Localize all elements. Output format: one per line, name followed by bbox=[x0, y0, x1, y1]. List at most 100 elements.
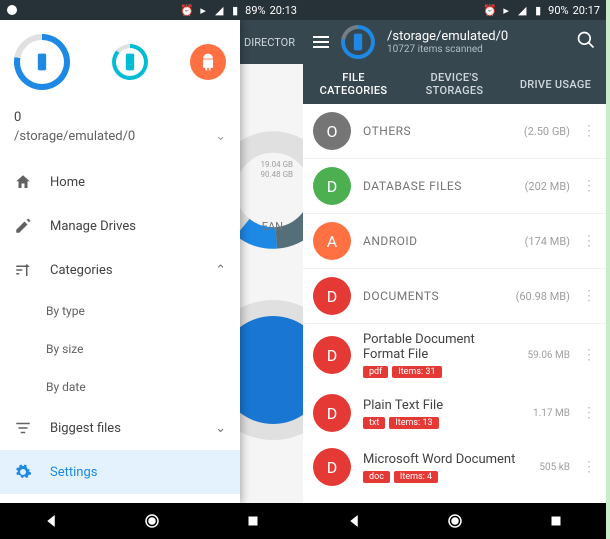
android-navbar bbox=[0, 503, 303, 539]
recent-button[interactable] bbox=[547, 512, 565, 530]
count-chip: Items: 31 bbox=[392, 366, 441, 378]
item-size: (202 MB) bbox=[525, 180, 570, 193]
list-item[interactable]: O OTHERS (2.50 GB) ⋮ bbox=[303, 104, 606, 159]
signal-icon: ◢ bbox=[213, 4, 225, 16]
back-button[interactable] bbox=[42, 512, 60, 530]
search-icon[interactable] bbox=[576, 30, 596, 54]
menu-by-date[interactable]: By date bbox=[0, 368, 240, 406]
list-item[interactable]: DPortable Document Format FilepdfItems: … bbox=[303, 324, 606, 386]
menu-by-size[interactable]: By size bbox=[0, 330, 240, 368]
item-size: (174 MB) bbox=[525, 235, 570, 248]
stat-text: 19.04 GB90.48 GB bbox=[260, 160, 293, 179]
toolbar-title: /storage/emulated/0 bbox=[387, 29, 508, 45]
more-icon[interactable]: ⋮ bbox=[582, 347, 596, 363]
item-name: Portable Document Format File bbox=[363, 332, 515, 362]
avatar: A bbox=[313, 222, 351, 260]
signal-icon: ◢ bbox=[516, 4, 528, 16]
list-item[interactable]: A ANDROID (174 MB) ⋮ bbox=[303, 214, 606, 269]
list-item[interactable]: DDATABASE FILES(202 MB)⋮ bbox=[303, 159, 606, 214]
content: O OTHERS (2.50 GB) ⋮ D DATABASE FILES (202 MB)… bbox=[303, 104, 606, 503]
item-name: Microsoft Word Open XML Document bbox=[363, 502, 527, 503]
ext-chip: pdf bbox=[363, 366, 388, 378]
item-size: (60.98 MB) bbox=[516, 290, 570, 303]
edit-icon bbox=[14, 217, 32, 235]
item-size: 59.06 MB bbox=[527, 350, 570, 361]
list-item[interactable]: D Plain Text File txt Items: 13 1.17 MB ⋮ bbox=[303, 386, 606, 440]
avatar: D bbox=[313, 277, 351, 315]
menu-settings[interactable]: Settings bbox=[0, 450, 240, 494]
menu-categories[interactable]: Categories⌃ bbox=[0, 248, 240, 292]
tab-drive-usage[interactable]: DRIVE USAGE bbox=[505, 66, 606, 103]
toolbar-subtitle: 10727 items scanned bbox=[387, 44, 508, 55]
item-name: Plain Text File bbox=[363, 398, 521, 413]
item-name: DATABASE FILES bbox=[363, 179, 513, 193]
chevron-down-icon[interactable]: ⌄ bbox=[215, 129, 226, 144]
home-icon bbox=[14, 173, 32, 191]
chevron-up-icon: ⌃ bbox=[215, 263, 226, 278]
nav-drawer: 0 /storage/emulated/0 ⌄ Home Manage Driv… bbox=[0, 20, 240, 503]
wifi-icon: ▸ bbox=[197, 4, 209, 16]
menu-manage-drives[interactable]: Manage Drives bbox=[0, 204, 240, 248]
alarm-icon: ⏰ bbox=[181, 4, 193, 16]
more-icon[interactable]: ⋮ bbox=[582, 178, 596, 194]
drive-icon-main[interactable] bbox=[14, 34, 70, 90]
item-size: 1.17 MB bbox=[533, 408, 570, 419]
chevron-down-icon: ⌄ bbox=[215, 421, 226, 436]
item-name: OTHERS bbox=[363, 124, 512, 138]
back-button[interactable] bbox=[345, 512, 363, 530]
drive-icon-alt[interactable] bbox=[112, 44, 148, 80]
viber-icon bbox=[6, 4, 18, 16]
left-phone: ⏰ ▸ ◢ ▮ 89% 20:13 DIRECTOR 19.04 GB90.48… bbox=[0, 0, 303, 539]
right-phone: ⏰ ▸ ◢ ▮ 90% 20:17 /storage/emulated/0 10… bbox=[303, 0, 606, 539]
ext-chip: doc bbox=[363, 471, 390, 483]
home-button[interactable] bbox=[143, 512, 161, 530]
list-item[interactable]: D DOCUMENTS (60.98 MB) ⋮ bbox=[303, 269, 606, 324]
content: DIRECTOR 19.04 GB90.48 GB EAN 0 /storage… bbox=[0, 20, 303, 503]
sort-icon bbox=[14, 261, 32, 279]
more-icon[interactable]: ⋮ bbox=[582, 233, 596, 249]
statusbar: ⏰ ▸ ◢ ▮ 89% 20:13 bbox=[0, 0, 303, 20]
filter-icon bbox=[14, 419, 32, 437]
list-item[interactable]: DMicrosoft Word Open XML DocumentdocxIte… bbox=[303, 494, 606, 503]
more-icon[interactable]: ⋮ bbox=[582, 288, 596, 304]
menu-biggest-files[interactable]: Biggest files⌄ bbox=[0, 406, 240, 450]
avatar: D bbox=[313, 394, 351, 432]
wifi-icon: ▸ bbox=[500, 4, 512, 16]
drive-icon-android[interactable] bbox=[190, 44, 226, 80]
menu-by-type[interactable]: By type bbox=[0, 292, 240, 330]
android-navbar bbox=[303, 503, 606, 539]
battery-percent: 90% bbox=[548, 4, 568, 17]
menu-about[interactable]: ?About application bbox=[0, 494, 240, 503]
home-button[interactable] bbox=[446, 512, 464, 530]
item-name: Microsoft Word Document bbox=[363, 452, 527, 467]
item-name: DOCUMENTS bbox=[363, 289, 504, 303]
recent-button[interactable] bbox=[244, 512, 262, 530]
avatar: O bbox=[313, 112, 351, 150]
count-chip: Items: 13 bbox=[389, 417, 438, 429]
list-item[interactable]: D Microsoft Word Document doc Items: 4 505 k… bbox=[303, 440, 606, 494]
clock: 20:13 bbox=[270, 4, 297, 17]
more-icon[interactable]: ⋮ bbox=[582, 405, 596, 421]
more-icon[interactable]: ⋮ bbox=[582, 459, 596, 475]
battery-percent: 89% bbox=[245, 4, 265, 17]
ext-chip: txt bbox=[363, 417, 385, 429]
drive-path: /storage/emulated/0 ⌄ bbox=[14, 129, 226, 144]
drive-index: 0 bbox=[14, 110, 226, 125]
item-name: ANDROID bbox=[363, 234, 513, 248]
file-list[interactable]: O OTHERS (2.50 GB) ⋮ D DATABASE FILES (202 MB)… bbox=[303, 104, 606, 503]
avatar: D bbox=[313, 448, 351, 486]
menu-icon[interactable] bbox=[313, 36, 329, 48]
gear-icon bbox=[14, 463, 32, 481]
drive-icon bbox=[341, 25, 375, 59]
clock: 20:17 bbox=[573, 4, 600, 17]
more-icon[interactable]: ⋮ bbox=[582, 123, 596, 139]
tab-file-categories[interactable]: FILE CATEGORIES bbox=[303, 59, 404, 109]
item-size: 505 kB bbox=[539, 462, 570, 473]
menu-home[interactable]: Home bbox=[0, 160, 240, 204]
item-size: (2.50 GB) bbox=[524, 125, 570, 138]
clean-label: EAN bbox=[262, 220, 283, 233]
drawer-menu: Home Manage Drives Categories⌃ By type B… bbox=[0, 154, 240, 503]
tab-device-storages[interactable]: DEVICE'S STORAGES bbox=[404, 59, 505, 109]
count-chip: Items: 4 bbox=[394, 471, 438, 483]
alarm-icon: ⏰ bbox=[484, 4, 496, 16]
